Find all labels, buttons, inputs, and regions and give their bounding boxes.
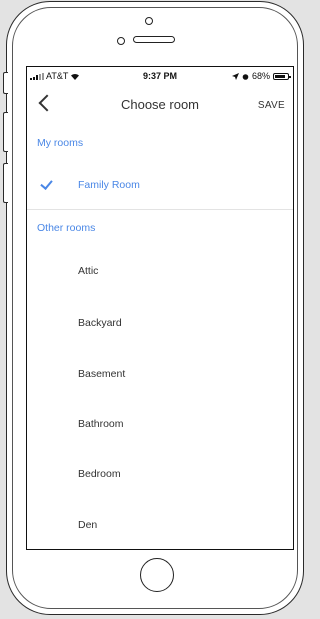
room-item-backyard[interactable]: Backyard	[27, 309, 293, 339]
nav-header: Choose room SAVE	[27, 89, 293, 125]
proximity-sensor	[145, 17, 153, 25]
room-item-den[interactable]: Den	[27, 511, 293, 541]
my-rooms-heading: My rooms	[37, 137, 84, 149]
checkmark-icon	[40, 177, 53, 190]
room-label: Basement	[78, 368, 126, 380]
room-label: Attic	[78, 265, 99, 277]
mute-switch	[3, 72, 8, 94]
room-label: Den	[78, 519, 98, 531]
home-button[interactable]	[140, 558, 174, 592]
battery-percent: 68%	[251, 71, 270, 81]
section-divider	[27, 209, 293, 210]
room-label: Bedroom	[78, 468, 121, 480]
volume-up-button	[3, 112, 8, 152]
room-label: Bathroom	[78, 418, 124, 430]
room-item-basement[interactable]: Basement	[27, 360, 293, 390]
room-label: Family Room	[78, 179, 140, 191]
room-item-attic[interactable]: Attic	[27, 257, 293, 287]
battery-icon	[273, 72, 291, 80]
location-arrow-icon	[231, 72, 239, 80]
front-camera	[117, 37, 125, 45]
earpiece-speaker	[133, 36, 175, 43]
alarm-icon	[242, 73, 249, 80]
volume-down-button	[3, 163, 8, 203]
other-rooms-heading: Other rooms	[37, 222, 96, 234]
status-right: 68%	[231, 71, 291, 81]
room-item-bathroom[interactable]: Bathroom	[27, 410, 293, 440]
page-title: Choose room	[120, 97, 200, 112]
room-label: Backyard	[78, 317, 122, 329]
room-item-family-room[interactable]: Family Room	[27, 171, 293, 201]
app-screen: AT&T 9:37 PM 68% Choose room SAVE My roo…	[26, 66, 294, 550]
status-bar: AT&T 9:37 PM 68%	[27, 67, 293, 85]
room-item-bedroom[interactable]: Bedroom	[27, 460, 293, 490]
save-button[interactable]: SAVE	[258, 100, 285, 111]
